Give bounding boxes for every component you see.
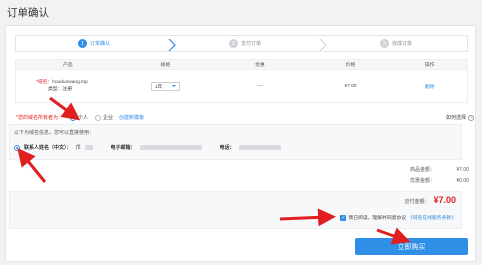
step-3: 3 完成订单 xyxy=(380,39,412,48)
how-to-choose[interactable]: 如何选择 ? xyxy=(446,114,474,121)
radio-selected-icon[interactable] xyxy=(14,144,20,151)
redacted-phone xyxy=(238,145,281,150)
column-header-action: 操作 xyxy=(424,63,435,68)
contact-name-label: 联系人姓名（中文）： xyxy=(24,145,72,151)
payable-label: 应付金额： xyxy=(404,199,430,205)
domain-label: *域名： xyxy=(36,80,53,85)
domain-info-box: 以下为域名信息，您可以直接使用： 联系人姓名（中文）： 邝 电子邮箱： 电话： xyxy=(9,124,462,160)
domain-name: houdunwang.top xyxy=(52,80,88,85)
owner-selector: *您的域名所有者为： 个人 企业 创建新模板 xyxy=(16,114,144,121)
type-value: 注册 xyxy=(62,87,73,92)
discount-amount-label: 优惠金额： xyxy=(409,178,435,184)
step-2: 2 支付订单 xyxy=(229,39,261,48)
step-2-label: 支付订单 xyxy=(241,41,262,47)
spec-value: 1年 xyxy=(154,84,163,90)
contact-name-value: 邝 xyxy=(75,145,81,151)
payable-amount: 应付金额： ¥7.00 xyxy=(404,195,456,205)
chevron-right-icon xyxy=(319,38,327,52)
chevron-right-icon xyxy=(168,38,176,52)
progress-steps: 1 订单确认 2 支付订单 3 完成订单 xyxy=(15,35,468,52)
goods-amount-label: 商品金额： xyxy=(409,167,435,173)
create-template-link[interactable]: 创建新模板 xyxy=(119,114,144,121)
discount-value: ---- xyxy=(256,83,264,89)
redacted-email xyxy=(139,145,202,150)
agreement-link[interactable]: 《域名在线服务条款》 xyxy=(408,214,456,221)
agreement-text: 我已阅读，理解并同意协议 xyxy=(348,216,407,221)
redacted-name xyxy=(84,145,93,150)
table-header: 产品 规格 优惠 价格 操作 xyxy=(15,59,468,70)
order-table: 产品 规格 优惠 价格 操作 *域名：houdunwang.top 类型：注册 … xyxy=(15,59,468,103)
amount-summary: 商品金额： ¥7.00 优惠金额： ¥0.00 xyxy=(410,165,469,187)
discount-amount-value: ¥0.00 xyxy=(456,178,469,184)
radio-icon[interactable] xyxy=(94,114,101,121)
column-header-product: 产品 xyxy=(62,63,73,68)
caret-down-icon xyxy=(171,85,176,87)
contact-row[interactable]: 联系人姓名（中文）： 邝 电子邮箱： 电话： xyxy=(14,144,281,151)
column-header-spec: 规格 xyxy=(160,63,171,68)
how-to-choose-label: 如何选择 xyxy=(445,115,466,121)
column-header-price: 价格 xyxy=(345,63,356,68)
delete-link[interactable]: 删除 xyxy=(425,85,435,90)
step-2-number: 2 xyxy=(229,39,238,48)
agreement-row[interactable]: ✓ 我已阅读，理解并同意协议 《域名在线服务条款》 xyxy=(340,214,456,221)
step-1-label: 订单确认 xyxy=(90,41,111,47)
page-title: 订单确认 xyxy=(7,7,49,19)
column-header-discount: 优惠 xyxy=(255,63,265,68)
email-label: 电子邮箱： xyxy=(110,145,136,151)
buy-now-button[interactable]: 立即购买 xyxy=(355,238,468,255)
spec-select[interactable]: 1年 xyxy=(150,81,180,91)
price-value: ¥7.00 xyxy=(344,83,357,89)
checkbox-checked-icon[interactable]: ✓ xyxy=(340,214,347,221)
payable-value: ¥7.00 xyxy=(433,195,456,205)
step-1-number: 1 xyxy=(78,39,87,48)
radio-selected-icon[interactable] xyxy=(69,114,76,121)
step-3-label: 完成订单 xyxy=(392,41,413,47)
question-icon[interactable]: ? xyxy=(468,114,474,121)
type-label: 类型： xyxy=(48,87,63,92)
payment-box: 应付金额： ¥7.00 ✓ 我已阅读，理解并同意协议 《域名在线服务条款》 xyxy=(9,191,462,229)
step-1: 1 订单确认 xyxy=(78,39,110,48)
owner-label: *您的域名所有者为： xyxy=(16,115,63,121)
phone-label: 电话： xyxy=(219,145,235,151)
goods-amount-value: ¥7.00 xyxy=(456,167,469,173)
info-hint: 以下为域名信息，您可以直接使用： xyxy=(14,130,95,136)
step-3-number: 3 xyxy=(380,39,389,48)
owner-option-personal[interactable]: 个人 xyxy=(69,114,88,121)
domain-info: *域名：houdunwang.top 类型：注册 xyxy=(16,79,120,93)
table-row: *域名：houdunwang.top 类型：注册 1年 ---- ¥7.00 删… xyxy=(15,70,468,103)
owner-option-company[interactable]: 企业 xyxy=(94,114,113,121)
